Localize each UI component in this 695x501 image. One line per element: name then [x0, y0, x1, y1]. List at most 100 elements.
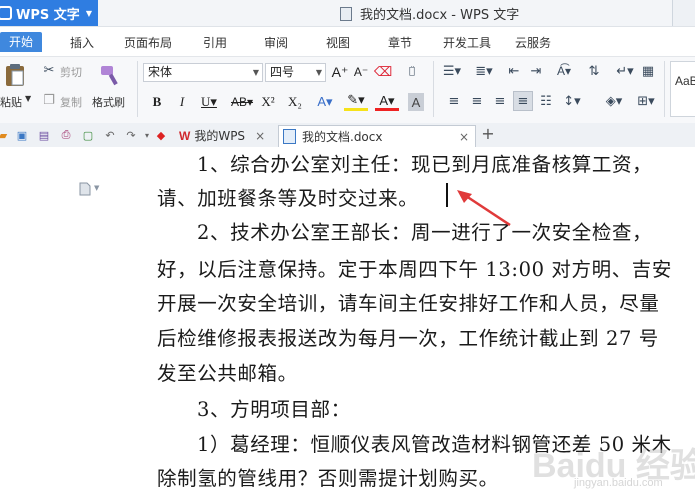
underline-icon[interactable]: U▾	[198, 93, 220, 111]
text-cursor	[446, 183, 448, 207]
doc-tab-label: 我的文档.docx	[302, 130, 383, 144]
format-painter-button[interactable]: 格式刷	[92, 94, 125, 110]
character-shading-icon[interactable]: A	[408, 93, 424, 111]
document-line[interactable]: 除制氢的管线用？否则需提计划购买。	[157, 462, 499, 491]
highlight-icon[interactable]: ✎▾	[344, 93, 368, 111]
shading-fill-icon[interactable]: ◈▾	[602, 93, 626, 109]
doc-tab-label: 我的WPS	[194, 129, 246, 143]
paste-icon[interactable]	[4, 63, 26, 87]
bullet-list-icon[interactable]: ☰▾	[440, 63, 464, 79]
ribbon-tab-bar: 开始 插入 页面布局 引用 审阅 视图 章节 开发工具 云服务	[0, 32, 695, 56]
doc-tab-my-wps[interactable]: W 我的WPS ×	[176, 125, 276, 146]
increase-indent-icon[interactable]: ⇥	[528, 63, 544, 79]
chevron-down-icon: ▼	[315, 68, 322, 77]
tab-home[interactable]: 开始	[0, 32, 43, 52]
change-case-icon[interactable]: A͡▾	[550, 63, 578, 79]
wps-app-menu-button[interactable]: WPS 文字 ▼	[0, 0, 98, 26]
document-icon	[340, 6, 352, 21]
align-right-icon[interactable]: ≡	[492, 93, 508, 109]
table-icon[interactable]: ▦	[640, 63, 656, 79]
decrease-indent-icon[interactable]: ⇤	[506, 63, 522, 79]
document-line[interactable]: 1、综合办公室刘主任：现已到月底准备核算工资，	[197, 148, 652, 177]
tab-chapter[interactable]: 章节	[388, 34, 412, 51]
close-icon[interactable]: ×	[459, 130, 469, 144]
chevron-down-icon: ▼	[252, 68, 259, 77]
paste-button-label[interactable]: 粘贴	[0, 94, 22, 110]
clear-format-icon[interactable]: ⌫	[374, 63, 392, 81]
doc-tab-active-document[interactable]: 我的文档.docx ×	[278, 125, 476, 147]
copy-button[interactable]: 复制	[60, 94, 82, 110]
quick-access-dropdown-icon[interactable]: ▾	[140, 128, 154, 142]
format-painter-icon[interactable]	[97, 63, 123, 87]
document-line[interactable]: 后检维修报表报送改为每月一次，工作统计截止到 27 号	[157, 322, 659, 351]
close-icon[interactable]: ×	[255, 129, 265, 143]
shrink-font-icon[interactable]: A⁻	[353, 63, 369, 81]
superscript-icon[interactable]: X²	[260, 93, 276, 111]
document-icon	[283, 129, 296, 144]
tab-cloud-service[interactable]: 云服务	[515, 34, 551, 51]
open-folder-icon[interactable]: ▰	[0, 128, 10, 142]
save-icon[interactable]: ▣	[15, 128, 29, 142]
tab-references[interactable]: 引用	[203, 34, 227, 51]
tab-developer[interactable]: 开发工具	[443, 34, 491, 51]
pin-icon[interactable]: ◆	[154, 128, 168, 142]
sort-icon[interactable]: ⇅	[584, 63, 604, 79]
justify-icon[interactable]: ≡	[513, 91, 533, 111]
wps-w-icon: W	[179, 128, 191, 143]
borders-icon[interactable]: ⊞▾	[632, 93, 660, 109]
document-outline-icon[interactable]	[79, 182, 91, 196]
align-left-icon[interactable]: ≡	[446, 93, 462, 109]
quick-access-and-doc-tabs: ▰ ▣ ▤ ⎙ ▢ ↶ ↷ ▾ ◆ W 我的WPS × 我的文档.docx × …	[0, 123, 695, 148]
separator	[137, 61, 138, 117]
undo-icon[interactable]: ↶	[103, 128, 117, 142]
document-line[interactable]: 好，以后注意保持。定于本周四下午 13:00 对方明、吉安	[157, 253, 672, 282]
line-spacing-icon[interactable]: ↕▾	[560, 93, 584, 109]
document-line[interactable]: 发至公共邮箱。	[157, 357, 298, 386]
font-size-value: 四号	[270, 65, 295, 79]
tab-page-layout[interactable]: 页面布局	[124, 34, 172, 51]
strikethrough-icon[interactable]: AB▾	[228, 93, 256, 111]
font-name-select[interactable]: 宋体 ▼	[143, 63, 263, 82]
chevron-down-icon[interactable]: ▼	[94, 184, 99, 192]
distributed-align-icon[interactable]: ☷	[538, 93, 554, 109]
show-marks-icon[interactable]: ↵▾	[614, 63, 636, 79]
font-size-select[interactable]: 四号 ▼	[265, 63, 326, 82]
watermark-url: jingyan.baidu.com	[574, 477, 663, 489]
window-control-area[interactable]	[672, 0, 695, 26]
ribbon-toolbar: 粘贴 ▼ ✂ 剪切 ❐ 复制 格式刷 宋体 ▼ 四号 ▼ A⁺ A⁻ ⌫ 文̈ …	[0, 56, 695, 124]
wps-logo-icon	[0, 6, 12, 20]
style-preview-normal[interactable]: AaB	[675, 74, 695, 88]
copy-icon[interactable]: ❐	[42, 93, 56, 108]
subscript-icon[interactable]: X₂	[287, 93, 303, 111]
window-title: 我的文档.docx - WPS 文字	[340, 4, 519, 23]
paste-dropdown-icon[interactable]: ▼	[25, 94, 31, 103]
font-color-icon[interactable]: A▾	[375, 93, 399, 111]
document-line[interactable]: 3、方明项目部：	[197, 393, 351, 422]
text-effect-icon[interactable]: A▾	[314, 93, 336, 111]
output-pdf-icon[interactable]: ▤	[37, 128, 51, 142]
style-gallery[interactable]: AaB	[670, 61, 695, 117]
phonetic-guide-icon[interactable]: 文̈	[400, 61, 424, 81]
cut-button[interactable]: 剪切	[60, 64, 82, 80]
redo-icon[interactable]: ↷	[124, 128, 138, 142]
align-center-icon[interactable]: ≡	[469, 93, 485, 109]
new-tab-plus-icon[interactable]: +	[481, 124, 495, 143]
document-line[interactable]: 2、技术办公室王部长：周一进行了一次安全检查，	[197, 216, 652, 245]
tab-insert[interactable]: 插入	[70, 34, 94, 51]
separator	[433, 61, 434, 117]
chevron-down-icon: ▼	[85, 8, 92, 18]
italic-icon[interactable]: I	[175, 93, 189, 111]
grow-font-icon[interactable]: A⁺	[332, 63, 349, 81]
tab-review[interactable]: 审阅	[264, 34, 288, 51]
bold-icon[interactable]: B	[150, 93, 164, 111]
annotation-arrow-icon	[457, 190, 511, 227]
app-menu-label: WPS 文字	[16, 7, 80, 23]
numbered-list-icon[interactable]: ≣▾	[472, 63, 496, 79]
document-line[interactable]: 请、加班餐条等及时交过来。	[157, 182, 418, 211]
document-line[interactable]: 开展一次安全培训，请车间主任安排好工作和人员，尽量	[157, 287, 660, 316]
scissors-icon[interactable]: ✂	[42, 63, 56, 78]
print-preview-icon[interactable]: ▢	[81, 128, 95, 142]
separator	[664, 61, 665, 117]
print-icon[interactable]: ⎙	[59, 128, 73, 142]
tab-view[interactable]: 视图	[326, 34, 350, 51]
